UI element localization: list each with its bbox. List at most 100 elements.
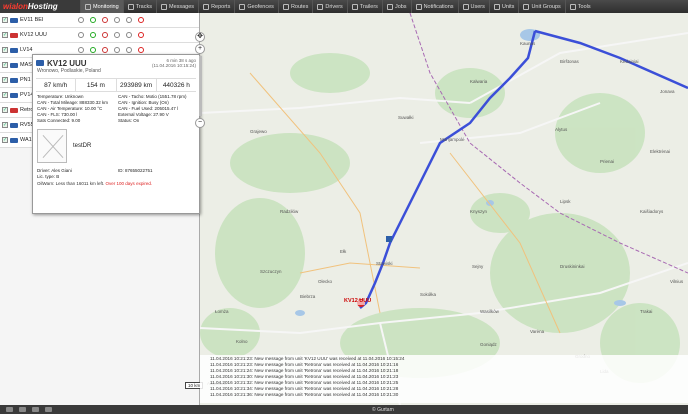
notifications-icon: [415, 3, 422, 10]
unit-checkbox[interactable]: ✓: [2, 122, 8, 128]
delete-icon[interactable]: [138, 32, 144, 38]
sensor-params: Temperature: Unknown CAN - Tacho: Motio (…: [33, 94, 199, 123]
routes-icon: [282, 3, 289, 10]
city-label: Szczuczyn: [260, 269, 282, 274]
nav-reports[interactable]: Reports: [198, 0, 234, 13]
city-label: Wasilków: [480, 309, 500, 314]
users-icon: [462, 3, 469, 10]
unit-groups-icon: [523, 3, 530, 10]
nav-label: Notifications: [423, 3, 454, 10]
car-icon: [10, 107, 18, 113]
driver-photo-name: testDR: [73, 143, 92, 149]
nav-users[interactable]: Users: [457, 0, 489, 13]
key-icon[interactable]: [114, 32, 120, 38]
nav-routes[interactable]: Routes: [277, 0, 312, 13]
zoom-in-button[interactable]: +: [195, 44, 205, 54]
delete-icon[interactable]: [138, 47, 144, 53]
unit-checkbox[interactable]: ✓: [2, 77, 8, 83]
nav-label: Messages: [168, 3, 195, 10]
nav-drivers[interactable]: Drivers: [312, 0, 346, 13]
messages-icon: [160, 3, 167, 10]
city-label: Goniądz: [480, 342, 498, 347]
unit-checkbox[interactable]: ✓: [2, 92, 8, 98]
city-label: Varėna: [530, 329, 545, 334]
unit-checkbox[interactable]: ✓: [2, 137, 8, 143]
city-label: Alytus: [555, 127, 568, 132]
nav-messages[interactable]: Messages: [155, 0, 198, 13]
poi-icon[interactable]: [386, 236, 392, 242]
nav-unit-groups[interactable]: Unit Groups: [518, 0, 564, 13]
unit-checkbox[interactable]: ✓: [2, 62, 8, 68]
car-icon: [10, 77, 18, 83]
top-navigation: wialon Hosting Monitoring Tracks Messages Re…: [0, 0, 688, 13]
unit-checkbox[interactable]: ✓: [2, 47, 8, 53]
geofences-icon: [239, 3, 246, 10]
signal-icon: [90, 47, 96, 53]
city-label: Kalwaria: [470, 79, 488, 84]
unit-icon[interactable]: [6, 407, 13, 412]
truck-icon[interactable]: [32, 407, 39, 412]
settings-icon[interactable]: [126, 47, 132, 53]
unit-checkbox[interactable]: ✓: [2, 107, 8, 113]
map-zoom-controls: ✥ + −: [193, 30, 207, 140]
nav-label: Users: [470, 3, 485, 10]
city-label: Druskininkai: [560, 264, 585, 269]
nav-label: Tracks: [135, 3, 152, 10]
unit-location: Wronowo, Podlaskie, Poland: [37, 68, 101, 74]
unit-name: LV14: [20, 47, 33, 53]
delete-icon[interactable]: [138, 17, 144, 23]
settings-icon[interactable]: [126, 17, 132, 23]
settings-icon[interactable]: [126, 32, 132, 38]
trailer-icon[interactable]: [45, 407, 52, 412]
unit-row[interactable]: ✓ EV11 BEI: [0, 13, 199, 28]
unit-title: KV12 UUU: [47, 58, 87, 68]
unit-stats: 87 km/h 154 m 293989 km 440326 h: [36, 78, 196, 92]
speed-value: 87 km/h: [36, 79, 77, 91]
event-log: 11.04.2016 10:21:23: New message from un…: [200, 355, 688, 403]
unit-map-label[interactable]: KV12 UUU: [344, 298, 371, 304]
nav-geofences[interactable]: Geofences: [234, 0, 278, 13]
copyright: © Gurtam: [372, 406, 394, 413]
geofence-icon[interactable]: [19, 407, 26, 412]
city-label: Sejny: [472, 264, 484, 269]
nav-tracks[interactable]: Tracks: [122, 0, 156, 13]
oil-warning: OilWarn: Less than 16011 km left. Over 1…: [37, 181, 153, 186]
nav-label: Unit Groups: [531, 3, 561, 10]
nav-trailers[interactable]: Trailers: [346, 0, 382, 13]
pan-control[interactable]: ✥: [195, 32, 205, 42]
ignition-icon: [102, 17, 108, 23]
sensor-param: CAN - Fuel Used: 205015.47 l: [118, 106, 179, 111]
key-icon[interactable]: [114, 17, 120, 23]
nav-jobs[interactable]: Jobs: [381, 0, 411, 13]
car-icon: [10, 32, 18, 38]
nav-tools[interactable]: Tools: [564, 0, 595, 13]
jobs-icon: [386, 3, 393, 10]
tools-icon: [569, 3, 576, 10]
unit-checkbox[interactable]: ✓: [2, 17, 8, 23]
bottom-bar: © Gurtam: [0, 405, 688, 414]
key-icon[interactable]: [114, 47, 120, 53]
zoom-slider[interactable]: [198, 56, 202, 116]
unit-checkbox[interactable]: ✓: [2, 32, 8, 38]
nav-monitoring[interactable]: Monitoring: [80, 0, 123, 13]
city-label: Birštonas: [560, 59, 580, 64]
unit-row[interactable]: ✓ KV12 UUU: [0, 28, 199, 43]
nav-notifications[interactable]: Notifications: [410, 0, 458, 13]
city-label: Kaunas: [520, 41, 536, 46]
tracks-icon: [127, 3, 134, 10]
signal-icon: [90, 17, 96, 23]
signal-icon: [90, 32, 96, 38]
city-label: Lipsk: [560, 199, 571, 204]
mileage-value: 293989 km: [117, 79, 157, 91]
zoom-out-button[interactable]: −: [195, 118, 205, 128]
car-icon: [10, 62, 18, 68]
sensor-param: CAN - Ignition: Busy (On): [118, 100, 169, 105]
sensor-param: Sats Connected: 9.00: [37, 118, 81, 123]
nav-label: Jobs: [394, 3, 407, 10]
reports-icon: [203, 3, 210, 10]
logo: wialon Hosting: [0, 0, 80, 13]
nav-units[interactable]: Units: [488, 0, 519, 13]
car-icon: [36, 60, 44, 66]
sensor-param: CAN - Tacho: Motio (1551.78 rpm): [118, 94, 187, 99]
unit-info-card: KV12 UUU 6 min 38 s ago (11.04.2016 10:1…: [32, 54, 200, 214]
